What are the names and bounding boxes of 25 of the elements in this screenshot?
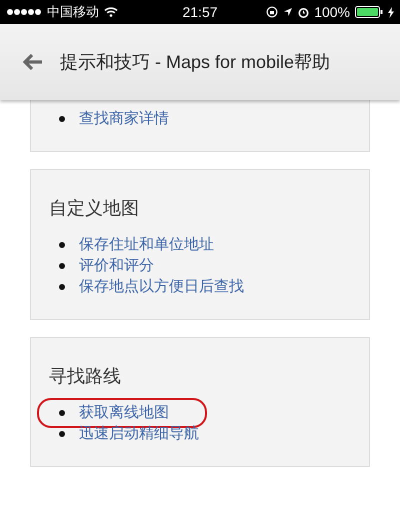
help-link[interactable]: 查找商家详情	[79, 109, 169, 128]
signal-icon	[6, 8, 42, 16]
battery-icon	[355, 6, 383, 18]
bullet-icon	[59, 242, 65, 248]
section-title: 自定义地图	[49, 197, 140, 220]
wifi-icon	[104, 7, 118, 17]
charging-icon	[388, 6, 394, 18]
help-link[interactable]: 保存地点以方便日后查找	[79, 277, 244, 296]
location-arrow-icon	[283, 7, 294, 17]
battery-percent: 100%	[314, 4, 350, 20]
alarm-icon	[298, 6, 310, 18]
help-link[interactable]: 获取离线地图	[79, 403, 169, 422]
section-title: 寻找路线	[49, 365, 122, 388]
help-link[interactable]: 保存住址和单位地址	[79, 235, 214, 254]
bullet-icon	[59, 410, 65, 416]
bullet-icon	[59, 430, 65, 436]
bullet-icon	[59, 284, 65, 290]
clock-time: 21:57	[182, 4, 218, 20]
help-link[interactable]: 迅速启动精细导航	[79, 424, 199, 443]
rotation-lock-icon	[266, 6, 278, 18]
bullet-icon	[59, 262, 65, 268]
help-link[interactable]: 评价和评分	[79, 256, 154, 275]
page-title: 提示和技巧 - Maps for mobile帮助	[60, 51, 330, 74]
bullet-icon	[59, 116, 65, 122]
carrier-name: 中国移动	[47, 4, 99, 21]
